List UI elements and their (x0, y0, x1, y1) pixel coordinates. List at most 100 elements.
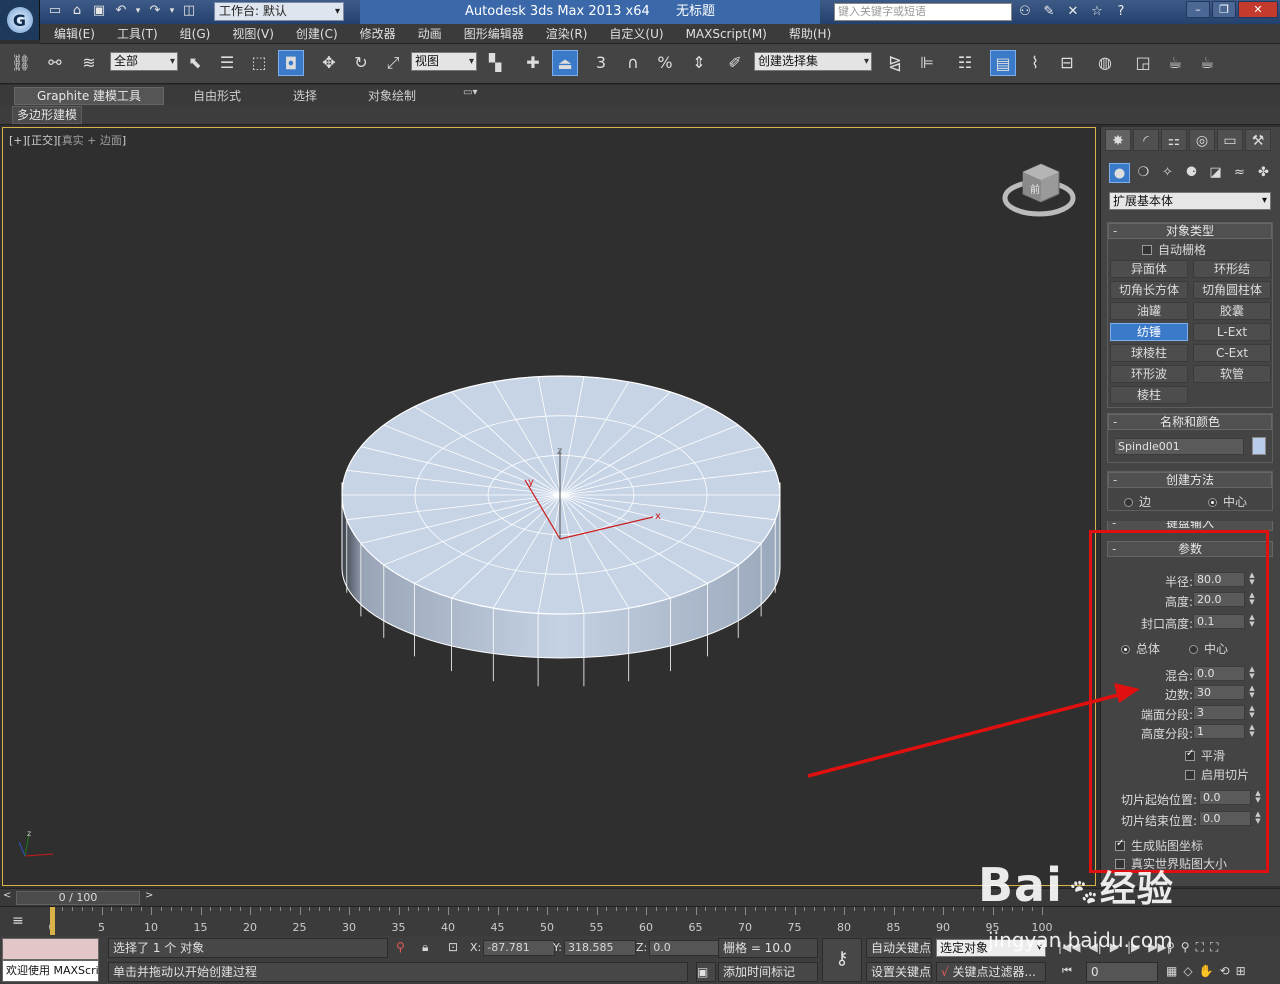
unlink-icon[interactable]: ⚯ (42, 50, 68, 76)
edge-radio[interactable]: 边 (1124, 493, 1151, 510)
undo-dropdown-icon[interactable]: ▾ (134, 2, 142, 20)
perspective-viewport[interactable]: [+][正交][真实 + 边面] x y z 前 z (2, 127, 1096, 886)
select-by-name-icon[interactable]: ☰ (214, 50, 240, 76)
center-radio-button[interactable] (1208, 498, 1217, 507)
rendered-frame-window-icon[interactable]: ☕ (1162, 50, 1188, 76)
select-object-icon[interactable]: ⬉ (182, 50, 208, 76)
maximize-viewport-icon[interactable]: ⊞ (1236, 964, 1246, 978)
restore-button[interactable]: ❐ (1212, 1, 1236, 18)
menu-edit[interactable]: 编辑(E) (40, 25, 103, 42)
time-tag-icon[interactable]: ▣ (696, 962, 716, 982)
add-time-tag-button[interactable]: 添加时间标记 (718, 962, 818, 982)
pan-icon[interactable]: ✋ (1199, 964, 1214, 978)
subscription-icon[interactable]: ✎ (1040, 3, 1058, 21)
field-of-view-icon[interactable]: ◇ (1183, 964, 1192, 978)
object-name-field[interactable]: Spindle001 (1114, 438, 1244, 455)
time-config-icon[interactable]: ▦ (1166, 964, 1177, 978)
favorites-star-icon[interactable]: ☆ (1088, 3, 1106, 21)
key-filters-button[interactable]: √ 关键点过滤器... (936, 962, 1046, 982)
key-mode-icon[interactable]: ⏮ (1062, 964, 1072, 978)
c-ext-button[interactable]: C-Ext (1193, 344, 1271, 362)
render-setup-icon[interactable]: ◲ (1130, 50, 1156, 76)
maxscript-listener-box[interactable] (2, 938, 99, 960)
shapes-icon[interactable]: ❍ (1133, 163, 1154, 183)
maxscript-mini-listener[interactable]: 欢迎使用 MAXScri (2, 960, 99, 982)
current-time-marker[interactable] (50, 907, 55, 935)
menu-customize[interactable]: 自定义(U) (595, 25, 671, 42)
menu-views[interactable]: 视图(V) (218, 25, 282, 42)
menu-rendering[interactable]: 渲染(R) (532, 25, 596, 42)
motion-tab-icon[interactable]: ◎ (1189, 129, 1215, 151)
spinner-snap-icon[interactable]: ⇕ (686, 50, 712, 76)
time-slider-next-icon[interactable]: > (145, 890, 153, 901)
time-slider-thumb[interactable]: 0 / 100 (16, 891, 140, 905)
autogrid-checkbox-box[interactable] (1142, 245, 1152, 255)
graphite-toggle-icon[interactable]: ▤ (990, 50, 1016, 76)
communication-icon[interactable]: ✕ (1064, 3, 1082, 21)
menu-graph-editors[interactable]: 图形编辑器 (450, 25, 532, 42)
open-file-icon[interactable]: ⌂ (68, 2, 86, 20)
tab-selection[interactable]: 选择 (293, 87, 317, 104)
utilities-tab-icon[interactable]: ⚒ (1245, 129, 1271, 151)
app-menu-button[interactable]: G (0, 0, 40, 40)
help-icon[interactable]: ? (1112, 3, 1130, 21)
material-editor-icon[interactable]: ◍ (1092, 50, 1118, 76)
render-production-icon[interactable]: ☕ (1194, 50, 1220, 76)
new-file-icon[interactable]: ▭ (46, 2, 64, 20)
align-icon[interactable]: ⊫ (914, 50, 940, 76)
keyboard-shortcut-toggle-icon[interactable]: ⏏ (552, 50, 578, 76)
create-tab-icon[interactable]: ✸ (1105, 129, 1131, 151)
oil-tank-button[interactable]: 油罐 (1110, 302, 1188, 320)
search-input[interactable]: 键入关键字或短语 (834, 3, 1012, 21)
selection-filter-dropdown[interactable]: 全部 (110, 52, 178, 71)
rectangle-selection-icon[interactable]: ⬚ (246, 50, 272, 76)
autogrid-checkbox[interactable]: 自动栅格 (1108, 239, 1272, 257)
schematic-view-icon[interactable]: ⊟ (1054, 50, 1080, 76)
cameras-icon[interactable]: ⚈ (1181, 163, 1202, 183)
select-manipulate-icon[interactable]: ✚ (520, 50, 546, 76)
prism-button[interactable]: 棱柱 (1110, 386, 1188, 404)
viewcube-icon[interactable]: 前 (1001, 158, 1081, 222)
chamfer-box-button[interactable]: 切角长方体 (1110, 281, 1188, 299)
space-warps-icon[interactable]: ≈ (1229, 163, 1250, 183)
pivot-center-icon[interactable]: ▚ (482, 50, 508, 76)
chamfer-cylinder-button[interactable]: 切角圆柱体 (1193, 281, 1271, 299)
hedra-button[interactable]: 异面体 (1110, 260, 1188, 278)
angle-snap-icon[interactable]: ∩ (620, 50, 646, 76)
save-icon[interactable]: ▣ (90, 2, 108, 20)
name-color-header[interactable]: 名称和颜色 (1108, 414, 1272, 430)
named-selection-set-dropdown[interactable]: 创建选择集 (754, 52, 872, 71)
menu-tools[interactable]: 工具(T) (103, 25, 166, 42)
x-field[interactable]: -87.781 (483, 940, 556, 956)
absolute-mode-icon[interactable]: ⊡ (448, 940, 458, 954)
close-button[interactable]: ✕ (1238, 1, 1278, 18)
mirror-icon[interactable]: ⧎ (882, 50, 908, 76)
redo-icon[interactable]: ↷ (146, 2, 164, 20)
gengon-button[interactable]: 球棱柱 (1110, 344, 1188, 362)
object-color-swatch[interactable] (1252, 437, 1266, 455)
zoom-extents-icon[interactable]: ⛶ (1196, 940, 1204, 955)
menu-modifiers[interactable]: 修改器 (346, 25, 404, 42)
reference-coordinate-dropdown[interactable]: 视图 (411, 52, 477, 71)
l-ext-button[interactable]: L-Ext (1193, 323, 1271, 341)
auto-key-button[interactable]: 自动关键点 (866, 938, 932, 958)
current-frame-field[interactable]: 0 (1086, 962, 1158, 982)
hierarchy-tab-icon[interactable]: ⚏ (1161, 129, 1187, 151)
rotate-icon[interactable]: ↻ (348, 50, 374, 76)
hose-button[interactable]: 软管 (1193, 365, 1271, 383)
curve-editor-mini-icon[interactable]: ≡ (12, 913, 24, 929)
move-icon[interactable]: ✥ (316, 50, 342, 76)
percent-snap-icon[interactable]: % (652, 50, 678, 76)
project-folder-icon[interactable]: ◫ (180, 2, 198, 20)
minimize-button[interactable]: – (1186, 1, 1210, 18)
creation-method-header[interactable]: 创建方法 (1108, 472, 1272, 488)
selection-lock-icon[interactable]: 🔒︎ (422, 940, 428, 955)
tab-object-paint[interactable]: 对象绘制 (368, 87, 416, 104)
orbit-icon[interactable]: ⟲ (1220, 964, 1230, 978)
redo-dropdown-icon[interactable]: ▾ (168, 2, 176, 20)
torus-knot-button[interactable]: 环形结 (1193, 260, 1271, 278)
capsule-button[interactable]: 胶囊 (1193, 302, 1271, 320)
menu-maxscript[interactable]: MAXScript(M) (672, 27, 775, 41)
layer-manager-icon[interactable]: ☷ (952, 50, 978, 76)
center-radio[interactable]: 中心 (1208, 493, 1247, 510)
